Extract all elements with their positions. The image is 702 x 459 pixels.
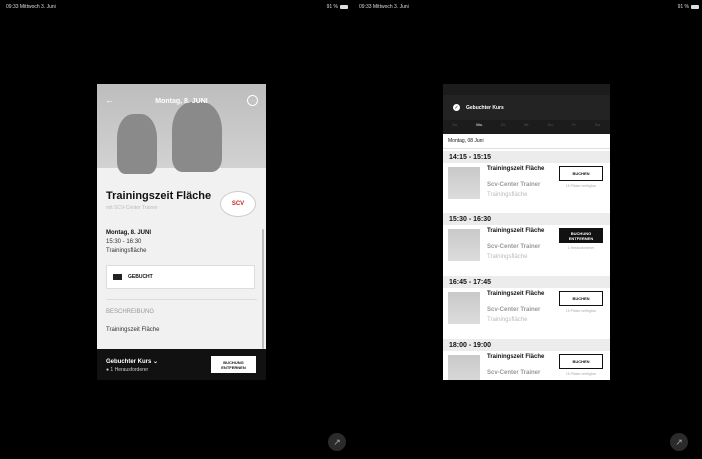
chevron-down-icon: ⌄ [153, 359, 159, 365]
slot-time: 18:00 - 19:00 [443, 339, 610, 351]
class-slot[interactable]: Trainingszeit Fläche Scv-Center Trainer … [443, 164, 610, 206]
toast-text: Gebuchter Kurs [466, 104, 504, 111]
status-time-right: 09:33 Mittwoch 3. Juni [359, 4, 409, 10]
slot-availability: 1 Herausforderer [567, 246, 595, 250]
slot-area: Trainingsfläche [487, 317, 528, 323]
book-button[interactable]: BUCHEN [559, 354, 603, 369]
expand-icon[interactable]: ↗ [328, 433, 346, 451]
day-tab[interactable]: Do. [548, 122, 554, 132]
slot-availability: 15 Plätze verfügbar [565, 372, 597, 376]
slot-time: 14:15 - 15:15 [443, 151, 610, 163]
calendar-icon [113, 274, 122, 280]
booked-status: GEBUCHT [106, 265, 255, 289]
day-tab[interactable]: So. [452, 122, 458, 132]
footer-subtitle: ● 1 Herausforderer [106, 367, 149, 373]
expand-icon[interactable]: ↗ [670, 433, 688, 451]
slot-trainer: Scv-Center Trainer [487, 370, 541, 376]
day-tab[interactable]: Mi. [524, 122, 529, 132]
scrollbar[interactable] [262, 229, 264, 349]
remove-booking-button[interactable]: BUCHUNG ENTFERNEN [559, 228, 603, 243]
check-icon: ✓ [453, 104, 460, 111]
class-area: Trainingsfläche [106, 248, 147, 254]
slot-trainer: Scv-Center Trainer [487, 244, 541, 250]
weekday-selector: So. Mo. Di. Mi. Do. Fr. Sa. [443, 122, 610, 132]
booking-footer: Gebuchter Kurs ⌄ ● 1 Herausforderer BUCH… [97, 349, 266, 380]
book-button[interactable]: BUCHEN [559, 291, 603, 306]
date-line: Montag, 08 Juni [443, 134, 610, 149]
class-thumbnail [448, 167, 480, 199]
class-thumbnail [448, 229, 480, 261]
slot-name: Trainingszeit Fläche [487, 291, 545, 297]
slot-availability: 15 Plätze verfügbar [565, 309, 597, 313]
people-icon: ● [106, 367, 110, 373]
battery-text-left: 91 % [326, 4, 338, 10]
status-time-left: 09:33 Mittwoch 3. Juni [6, 4, 56, 10]
slot-time: 16:45 - 17:45 [443, 276, 610, 288]
logo-text: SCV [231, 201, 245, 207]
slot-trainer: Scv-Center Trainer [487, 307, 541, 313]
athlete-silhouette [117, 114, 157, 174]
athlete-silhouette [172, 102, 222, 172]
booked-toast: ✓ Gebuchter Kurs [443, 95, 610, 120]
class-thumbnail [448, 355, 480, 380]
class-title: Trainingszeit Fläche [106, 190, 212, 202]
schedule-header: ✓ Gebuchter Kurs So. Mo. Di. Mi. Do. Fr.… [443, 84, 610, 134]
booked-label: GEBUCHT [128, 274, 153, 280]
class-slot[interactable]: Trainingszeit Fläche Scv-Center Trainer … [443, 352, 610, 380]
status-bar-right: 09:33 Mittwoch 3. Juni 91 % [359, 0, 699, 14]
hero-image: ← Montag, 8. JUNI ⋯ [97, 84, 266, 174]
slot-area: Trainingsfläche [487, 254, 528, 260]
day-tab[interactable]: Sa. [595, 122, 601, 132]
description-text: Trainingszeit Fläche [106, 327, 160, 333]
day-tab[interactable]: Di. [501, 122, 506, 132]
trainer-subtitle: mit SCV-Center Trainer [106, 205, 158, 211]
day-tab[interactable]: Fr. [572, 122, 577, 132]
class-slot[interactable]: Trainingszeit Fläche Scv-Center Trainer … [443, 226, 610, 268]
book-button[interactable]: BUCHEN [559, 166, 603, 181]
description-heading: BESCHREIBUNG [106, 309, 155, 315]
split-divider[interactable] [351, 0, 357, 459]
section-divider [106, 299, 257, 300]
slot-availability: 15 Plätze verfügbar [565, 184, 597, 188]
class-slot[interactable]: Trainingszeit Fläche Scv-Center Trainer … [443, 289, 610, 331]
class-date: Montag, 8. JUNI [106, 230, 152, 236]
class-thumbnail [448, 292, 480, 324]
header-title: Montag, 8. JUNI [155, 97, 208, 105]
slot-name: Trainingszeit Fläche [487, 354, 545, 360]
status-bar-left: 09:33 Mittwoch 3. Juni 91 % [6, 0, 348, 14]
more-options-icon[interactable]: ⋯ [247, 95, 258, 106]
battery-text-right: 91 % [677, 4, 689, 10]
class-detail-card: ← Montag, 8. JUNI ⋯ Trainingszeit Fläche… [97, 84, 266, 380]
remove-booking-button[interactable]: BUCHUNG ENTFERNEN [211, 356, 256, 373]
slot-trainer: Scv-Center Trainer [487, 182, 541, 188]
club-logo: SCV [220, 191, 256, 217]
footer-title[interactable]: Gebuchter Kurs ⌄ [106, 358, 158, 365]
slot-name: Trainingszeit Fläche [487, 228, 545, 234]
battery-icon [340, 4, 348, 9]
day-tab-active[interactable]: Mo. [476, 122, 483, 132]
slot-name: Trainingszeit Fläche [487, 166, 545, 172]
battery-icon [691, 4, 699, 9]
schedule-card: ✓ Gebuchter Kurs So. Mo. Di. Mi. Do. Fr.… [443, 84, 610, 380]
class-time: 15:30 - 16:30 [106, 239, 142, 245]
slot-time: 15:30 - 16:30 [443, 213, 610, 225]
slot-area: Trainingsfläche [487, 192, 528, 198]
